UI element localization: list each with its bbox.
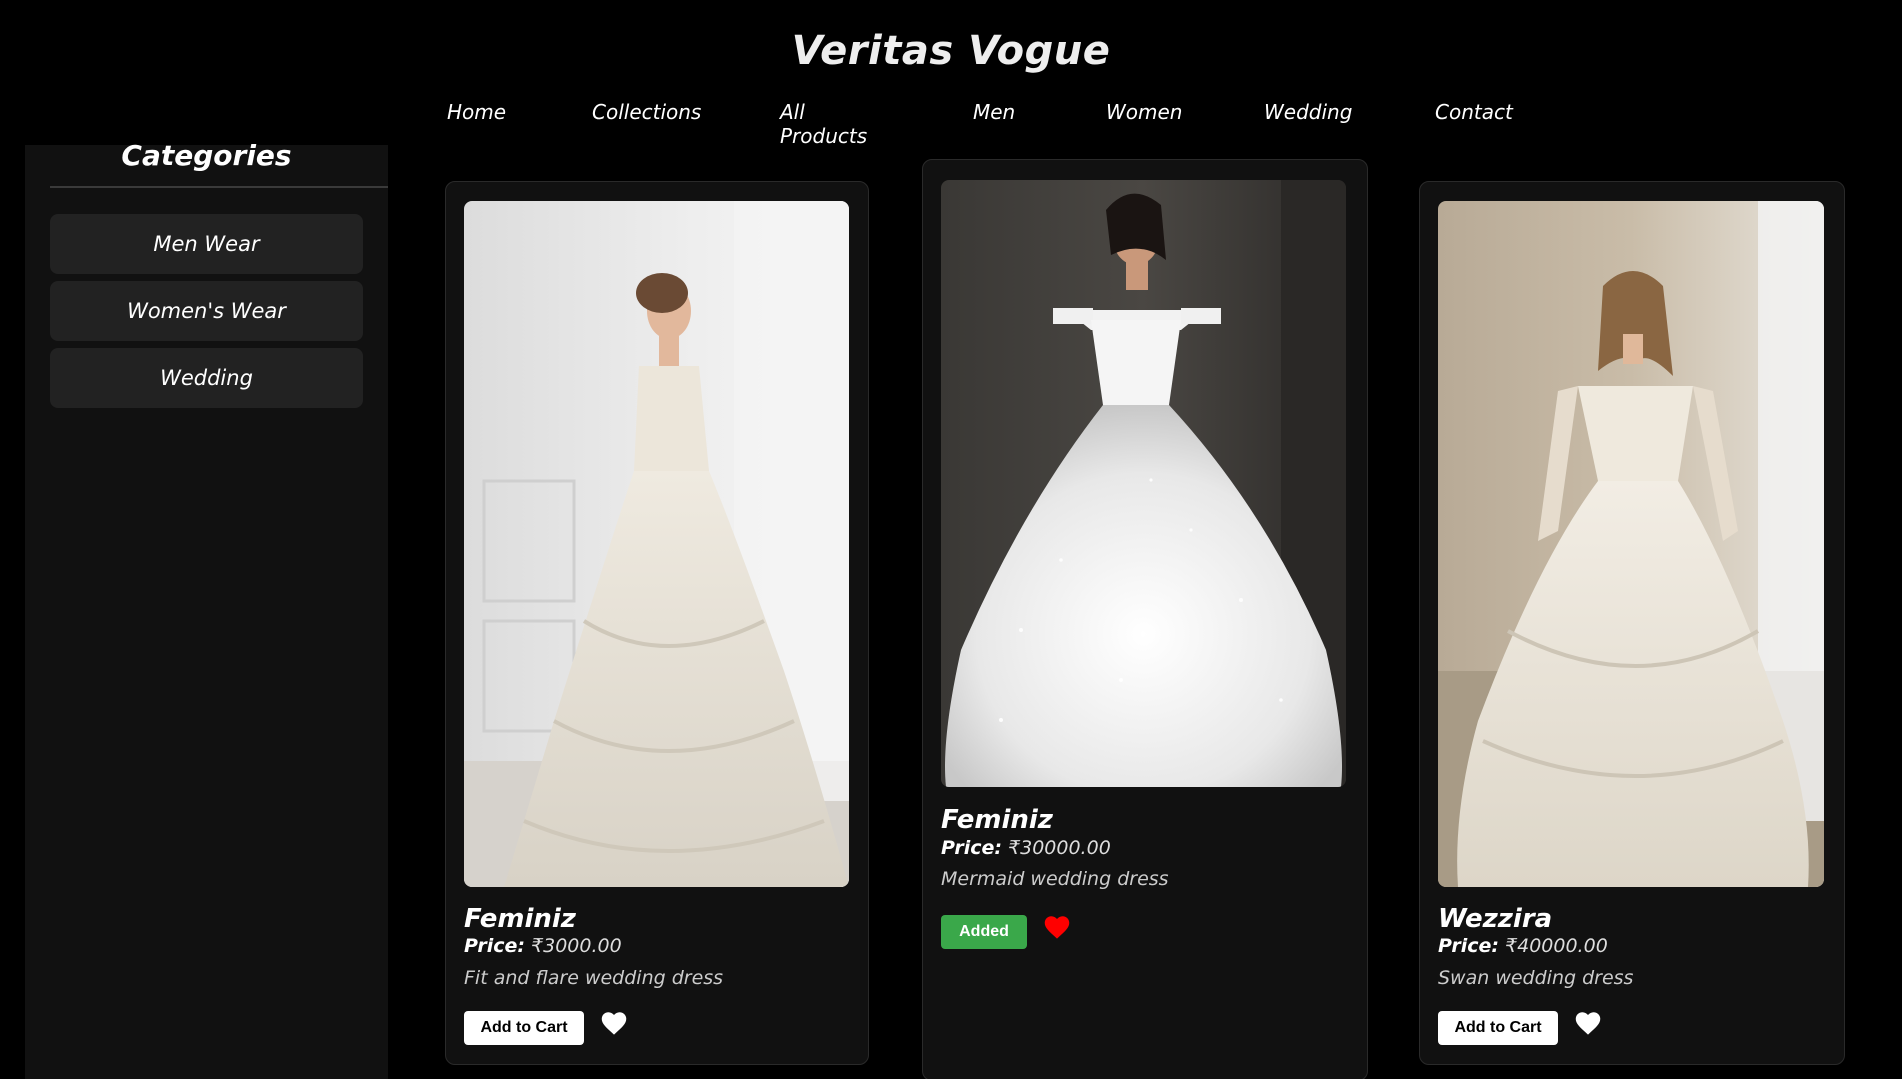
product-card: Feminiz Price: ₹30000.00 Mermaid wedding… (922, 159, 1368, 1079)
category-wedding[interactable]: Wedding (50, 348, 363, 408)
categories-sidebar: Categories Men Wear Women's Wear Wedding (25, 139, 388, 1079)
product-name: Wezzira (1438, 904, 1553, 934)
product-image[interactable] (941, 180, 1346, 787)
dress-image (941, 180, 1346, 787)
add-to-cart-button[interactable]: Add to Cart (464, 1011, 584, 1045)
price-value: ₹3000.00 (531, 935, 622, 957)
heart-icon[interactable] (1043, 914, 1071, 940)
product-image[interactable] (1438, 201, 1824, 887)
nav-collections[interactable]: Collections (592, 100, 701, 124)
product-description: Fit and flare wedding dress (464, 967, 724, 989)
add-to-cart-button[interactable]: Add to Cart (1438, 1011, 1558, 1045)
heart-icon[interactable] (1574, 1010, 1602, 1036)
price-label: Price: (1438, 935, 1499, 957)
category-men-wear[interactable]: Men Wear (50, 214, 363, 274)
price-label: Price: (464, 935, 525, 957)
product-image[interactable] (464, 201, 849, 887)
page: Veritas Vogue Home Collections All Produ… (0, 0, 1902, 1079)
dress-image (464, 201, 849, 887)
product-description: Swan wedding dress (1438, 967, 1634, 989)
heart-icon[interactable] (600, 1010, 628, 1036)
nav-men[interactable]: Men (973, 100, 1015, 124)
nav-contact[interactable]: Contact (1435, 100, 1513, 124)
product-price: Price: ₹40000.00 (1438, 935, 1608, 957)
added-button[interactable]: Added (941, 915, 1027, 949)
product-card: Feminiz Price: ₹3000.00 Fit and flare we… (445, 181, 869, 1065)
product-price: Price: ₹30000.00 (941, 837, 1111, 859)
nav-wedding[interactable]: Wedding (1264, 100, 1352, 124)
price-value: ₹40000.00 (1505, 935, 1608, 957)
product-name: Feminiz (464, 904, 576, 934)
nav-women[interactable]: Women (1106, 100, 1182, 124)
price-label: Price: (941, 837, 1002, 859)
nav-home[interactable]: Home (447, 100, 506, 124)
product-description: Mermaid wedding dress (941, 868, 1169, 890)
nav-all-products[interactable]: All Products (780, 100, 867, 148)
price-value: ₹30000.00 (1008, 837, 1111, 859)
category-womens-wear[interactable]: Women's Wear (50, 281, 363, 341)
site-title: Veritas Vogue (791, 28, 1111, 74)
sidebar-title: Categories (121, 139, 292, 172)
product-name: Feminiz (941, 805, 1053, 835)
product-card: Wezzira Price: ₹40000.00 Swan wedding dr… (1419, 181, 1845, 1065)
dress-image (1438, 201, 1824, 887)
product-price: Price: ₹3000.00 (464, 935, 622, 957)
sidebar-divider (50, 186, 388, 188)
